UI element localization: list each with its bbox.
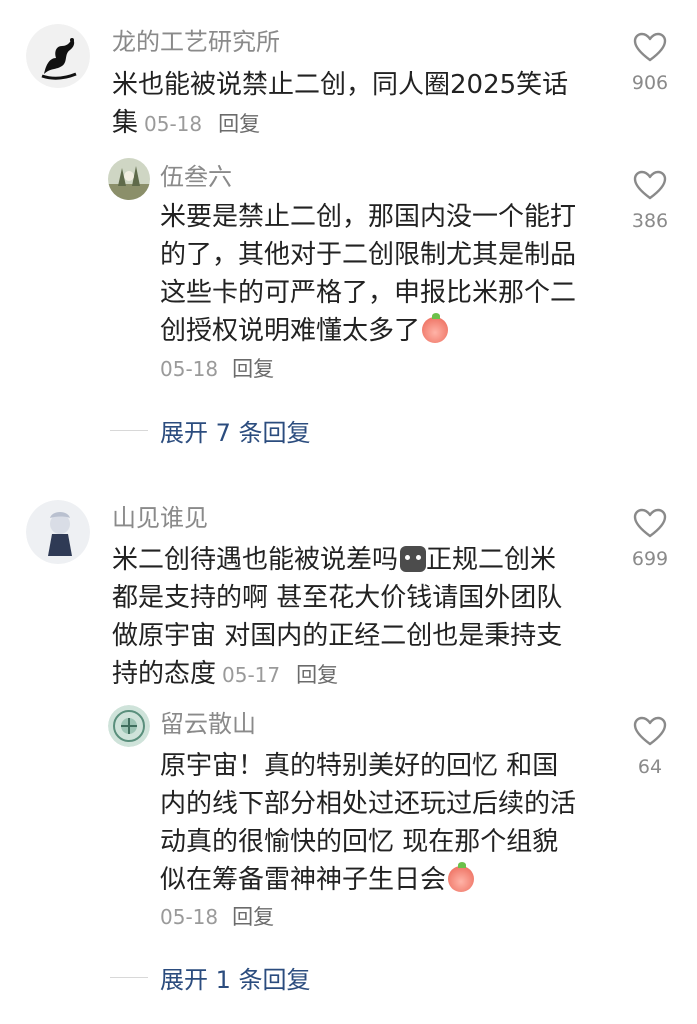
comment-text-line-with-meta: 集 05-18 回复 [112, 104, 592, 143]
like-button[interactable]: 906 [620, 32, 680, 94]
comment-text-line-with-meta: 持的态度 05-17 回复 [112, 655, 602, 694]
avatar-anime-character-icon [26, 500, 90, 564]
reply-text-line: 米要是禁止二创，那国内没一个能打 [160, 202, 577, 232]
comment-text-line: 正规二创米 [426, 545, 557, 575]
comment-text-line: 持的态度 [112, 659, 217, 689]
comment-date: 05-17 [222, 663, 281, 687]
like-button[interactable]: 699 [620, 508, 680, 570]
comment-text-line-with-emoji: 米二创待遇也能被说差吗 正规二创米 [112, 541, 602, 579]
reply-text-line: 动真的很愉快的回忆 现在那个组貌 [160, 827, 559, 857]
reply-button[interactable]: 回复 [232, 905, 274, 929]
heart-outline-icon [633, 32, 667, 62]
reply-button[interactable]: 回复 [232, 357, 274, 381]
comment-text-line: 集 [112, 108, 139, 138]
like-count: 699 [631, 548, 669, 570]
reply-body: 原宇宙！真的特别美好的回忆 和国 内的线下部分相处过还玩过后续的活 动真的很愉快… [160, 747, 600, 899]
reply-meta: 05-18 回复 [160, 902, 274, 932]
reply-text-line-with-emoji: 似在筹备雷神神子生日会 [160, 861, 600, 899]
reply-text-line: 原宇宙！真的特别美好的回忆 和国 [160, 751, 559, 781]
avatar-landscape-icon [108, 158, 150, 200]
comment-text-line: 米也能被说禁止二创，同人圈2025笑话 [112, 70, 569, 100]
like-count: 386 [631, 210, 669, 232]
avatar[interactable] [108, 705, 150, 747]
avatar-seal-icon [108, 705, 150, 747]
reply-button[interactable]: 回复 [296, 663, 338, 687]
comment-date: 05-18 [144, 112, 203, 136]
divider [110, 429, 148, 431]
comment-author[interactable]: 龙的工艺研究所 [112, 27, 280, 57]
comment-text-line: 米二创待遇也能被说差吗 [112, 545, 399, 575]
reply-text-line: 内的线下部分相处过还玩过后续的活 [160, 789, 577, 819]
expand-replies-button[interactable]: 展开 1 条回复 [110, 957, 311, 997]
expand-replies-label: 展开 1 条回复 [160, 965, 311, 994]
reply-button[interactable]: 回复 [218, 112, 260, 136]
heart-outline-icon [633, 170, 667, 200]
crying-peach-emoji-icon [422, 313, 449, 343]
reply-text-line: 的了，其他对于二创限制尤其是制品 [160, 240, 577, 270]
reply-text-line: 这些卡的可严格了，申报比米那个二 [160, 278, 577, 308]
comment-body: 米也能被说禁止二创，同人圈2025笑话 集 05-18 回复 [112, 66, 592, 143]
comment-text-line: 做原宇宙 对国内的正经二创也是秉持支 [112, 621, 563, 651]
reply-text-line: 似在筹备雷神神子生日会 [160, 865, 447, 895]
like-count: 906 [631, 72, 669, 94]
like-count: 64 [637, 756, 663, 778]
comment-author[interactable]: 山见谁见 [112, 503, 208, 533]
reply-author[interactable]: 伍叁六 [160, 162, 232, 192]
reply-author[interactable]: 留云散山 [160, 709, 256, 739]
expand-replies-label: 展开 7 条回复 [160, 418, 311, 447]
avatar[interactable] [26, 500, 90, 564]
reply-meta: 05-18 回复 [160, 354, 274, 384]
reply-date: 05-18 [160, 905, 219, 929]
avatar[interactable] [26, 24, 90, 88]
like-button[interactable]: 386 [620, 170, 680, 232]
like-button[interactable]: 64 [620, 716, 680, 778]
reply-date: 05-18 [160, 357, 219, 381]
reply-body: 米要是禁止二创，那国内没一个能打 的了，其他对于二创限制尤其是制品 这些卡的可严… [160, 198, 600, 350]
heart-outline-icon [633, 716, 667, 746]
cat-face-emoji-icon [400, 546, 427, 572]
divider [110, 976, 148, 978]
comment-body: 米二创待遇也能被说差吗 正规二创米 都是支持的啊 甚至花大价钱请国外团队 做原宇宙… [112, 541, 602, 694]
reply-text-line-with-emoji: 创授权说明难懂太多了 [160, 312, 600, 350]
reply-text-line: 创授权说明难懂太多了 [160, 316, 421, 346]
heart-outline-icon [633, 508, 667, 538]
crying-peach-emoji-icon [448, 862, 475, 892]
avatar[interactable] [108, 158, 150, 200]
avatar-dragon-icon [26, 24, 90, 88]
expand-replies-button[interactable]: 展开 7 条回复 [110, 410, 311, 450]
comment-text-line: 都是支持的啊 甚至花大价钱请国外团队 [112, 583, 563, 613]
